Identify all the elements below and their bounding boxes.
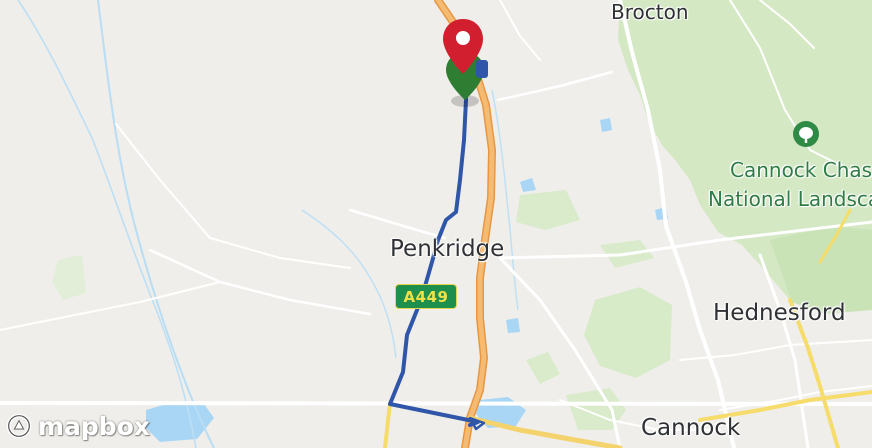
park-area-lower <box>584 287 672 378</box>
park-area-center <box>516 190 580 230</box>
river-central <box>301 209 397 359</box>
place-label-hednesford: Hednesford <box>713 300 846 326</box>
minor-road-9 <box>0 281 221 331</box>
river-east <box>491 89 519 311</box>
river-west-1 <box>97 0 215 448</box>
map-canvas[interactable]: Brocton Cannock Chase National Landscape… <box>0 0 872 448</box>
small-lake-2 <box>520 178 536 192</box>
place-label-cannock: Cannock <box>641 415 741 441</box>
park-area-cannock-west <box>566 388 626 430</box>
end-marker[interactable] <box>436 14 490 86</box>
reservoir-southwest <box>146 403 214 442</box>
minor-road-5 <box>496 70 614 102</box>
park-icon <box>793 121 819 147</box>
mapbox-logo[interactable]: mapbox <box>0 405 150 447</box>
yellow-road-southwest <box>383 401 392 448</box>
mapbox-logo-text: mapbox <box>37 411 150 441</box>
minor-road-10 <box>499 0 541 61</box>
place-label-cannock-chase: Cannock Chase <box>730 158 872 182</box>
place-label-brocton: Brocton <box>611 0 689 24</box>
park-area-south <box>526 352 560 384</box>
minor-road-1 <box>0 401 872 406</box>
end-marker-icon <box>443 19 483 74</box>
mapbox-logo-icon <box>6 413 32 439</box>
minor-road-7 <box>148 248 372 316</box>
minor-road-8 <box>115 123 351 269</box>
small-lake-1 <box>600 118 612 132</box>
road-shield-a449: A449 <box>395 284 457 309</box>
minor-road-6 <box>348 208 447 240</box>
park-area-west <box>52 255 86 300</box>
small-lake-3 <box>506 318 520 333</box>
place-label-national-landscape: National Landscape <box>708 187 872 211</box>
minor-road-16 <box>719 385 872 411</box>
place-label-penkridge: Penkridge <box>390 236 505 262</box>
water-bodies <box>17 0 668 448</box>
